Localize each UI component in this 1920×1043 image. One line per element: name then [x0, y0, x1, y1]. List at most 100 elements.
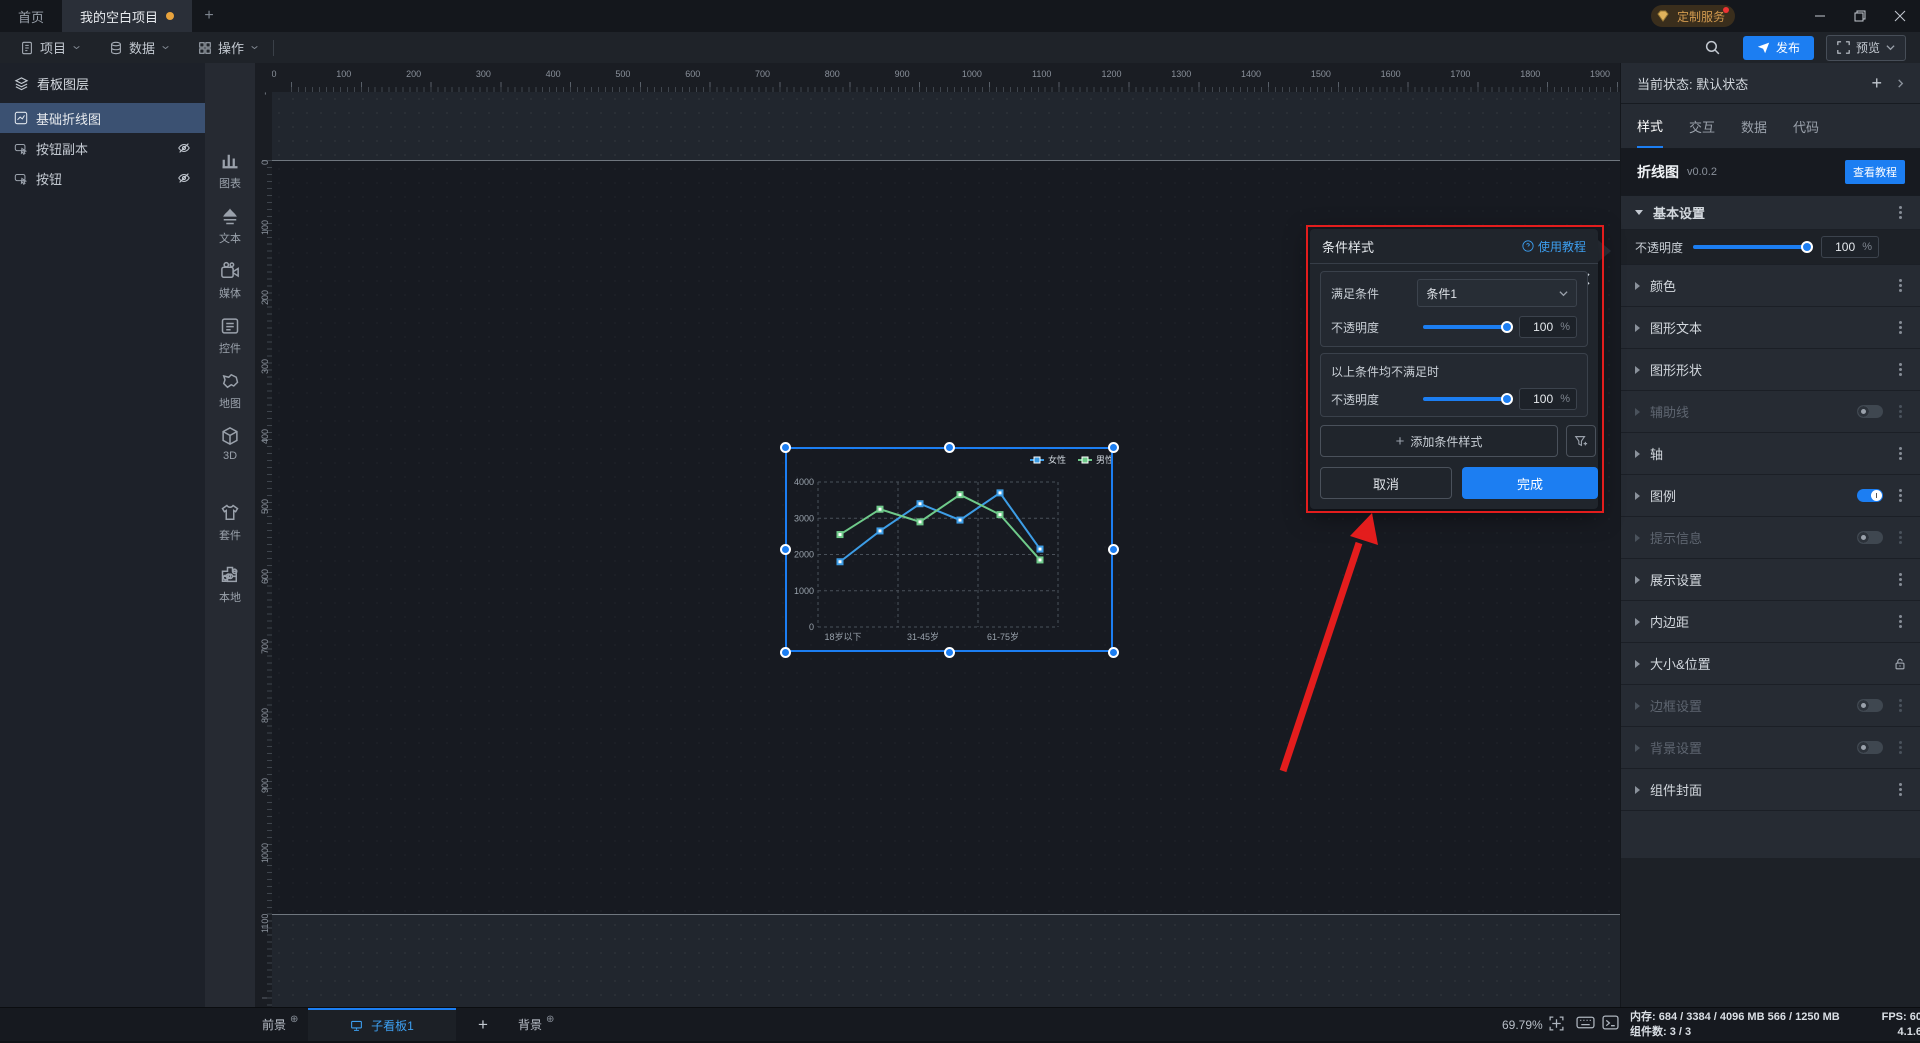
resize-handle[interactable] — [779, 441, 791, 453]
slider-knob[interactable] — [1501, 393, 1513, 405]
fps-label: FPS: — [1881, 1011, 1907, 1023]
opacity-input[interactable]: 100 % — [1519, 316, 1577, 338]
confirm-button[interactable]: 完成 — [1462, 467, 1598, 499]
tutorial-link[interactable]: 使用教程 — [1522, 238, 1586, 255]
section-图形形状[interactable]: 图形形状 — [1621, 349, 1920, 391]
dock-item-媒体[interactable]: 媒体 — [205, 261, 255, 301]
fallback-opacity-input[interactable]: 100 % — [1519, 388, 1577, 410]
console-button[interactable] — [1602, 1015, 1619, 1030]
eye-off-icon[interactable] — [177, 171, 191, 185]
resize-handle[interactable] — [943, 646, 955, 658]
selected-line-chart-component[interactable]: 0 1000 2000 3000 4000 18岁以下 31-45岁 61-75岁 女性 男性 — [785, 447, 1113, 652]
close-button[interactable] — [1880, 0, 1920, 32]
inspector-tab-样式[interactable]: 样式 — [1637, 104, 1664, 148]
new-tab-button[interactable]: + — [192, 0, 226, 32]
dock-item-文本[interactable]: 文本 — [205, 206, 255, 246]
opacity-slider[interactable] — [1423, 321, 1513, 333]
section-大小&位置[interactable]: 大小&位置 — [1621, 643, 1920, 685]
minimize-button[interactable] — [1800, 0, 1840, 32]
menu-project[interactable]: 项目 — [6, 32, 95, 63]
layer-item[interactable]: 按钮副本 — [0, 133, 205, 163]
resize-handle[interactable] — [1107, 646, 1119, 658]
section-menu-button[interactable] — [1893, 489, 1907, 502]
resize-handle[interactable] — [779, 646, 791, 658]
section-menu-button[interactable] — [1893, 363, 1907, 376]
project-tab[interactable]: 首页 — [0, 0, 62, 32]
section-menu-button[interactable] — [1893, 206, 1907, 219]
chevron-right-icon[interactable] — [1896, 78, 1905, 88]
resize-handle[interactable] — [943, 441, 955, 453]
section-toggle[interactable] — [1857, 741, 1883, 754]
section-toggle[interactable] — [1857, 405, 1883, 418]
background-button[interactable]: 背景 ⊕ — [518, 1008, 554, 1041]
slider-knob[interactable] — [1801, 241, 1814, 253]
section-toggle[interactable] — [1857, 699, 1883, 712]
dock-item-地图[interactable]: 地图 — [205, 371, 255, 411]
section-menu-button[interactable] — [1893, 573, 1907, 586]
dock-item-图表[interactable]: 图表 — [205, 151, 255, 191]
restore-button[interactable] — [1840, 0, 1880, 32]
shortcut-keys-button[interactable] — [1576, 1015, 1595, 1030]
foreground-button[interactable]: 前景 ⊕ — [262, 1008, 298, 1041]
resize-handle[interactable] — [1107, 441, 1119, 453]
dock-item-套件[interactable]: 套件 — [205, 503, 255, 543]
section-toggle[interactable] — [1857, 489, 1883, 502]
section-基本设置[interactable]: 基本设置 — [1621, 196, 1920, 230]
view-tutorial-button[interactable]: 查看教程 — [1845, 160, 1905, 184]
search-button[interactable] — [1699, 38, 1727, 58]
section-menu-button[interactable] — [1893, 741, 1907, 754]
fallback-opacity-slider[interactable] — [1423, 393, 1513, 405]
custom-service-badge[interactable]: 定制服务 — [1650, 5, 1735, 27]
dock-item-本地[interactable]: 本地 — [205, 565, 255, 605]
slider-knob[interactable] — [1501, 321, 1513, 333]
section-menu-button[interactable] — [1893, 699, 1907, 712]
add-board-button[interactable]: + — [478, 1008, 488, 1041]
condition-select[interactable]: 条件1 — [1417, 279, 1577, 307]
section-图例[interactable]: 图例 — [1621, 475, 1920, 517]
section-menu-button[interactable] — [1893, 615, 1907, 628]
section-轴[interactable]: 轴 — [1621, 433, 1920, 475]
layer-item[interactable]: 基础折线图 — [0, 103, 205, 133]
section-颜色[interactable]: 颜色 — [1621, 265, 1920, 307]
section-menu-button[interactable] — [1893, 783, 1907, 796]
section-menu-button[interactable] — [1893, 405, 1907, 418]
publish-button[interactable]: 发布 — [1742, 35, 1814, 60]
lock-icon[interactable] — [1893, 657, 1907, 671]
section-toggle[interactable] — [1857, 531, 1883, 544]
inspector-tab-数据[interactable]: 数据 — [1741, 104, 1767, 148]
project-tab[interactable]: 我的空白项目 — [62, 0, 193, 32]
inspector-tab-代码[interactable]: 代码 — [1793, 104, 1819, 148]
section-menu-button[interactable] — [1893, 447, 1907, 460]
dock-item-控件[interactable]: 控件 — [205, 316, 255, 356]
section-展示设置[interactable]: 展示设置 — [1621, 559, 1920, 601]
inspector-tab-交互[interactable]: 交互 — [1689, 104, 1715, 148]
zoom-level[interactable]: 69.79% — [1502, 1008, 1543, 1041]
section-提示信息[interactable]: 提示信息 — [1621, 517, 1920, 559]
section-背景设置[interactable]: 背景设置 — [1621, 727, 1920, 769]
toolbar-divider — [273, 39, 275, 56]
section-menu-button[interactable] — [1893, 531, 1907, 544]
sub-board-tab[interactable]: 子看板1 — [308, 1008, 456, 1041]
opacity-slider[interactable] — [1693, 241, 1814, 253]
add-condition-style-button[interactable]: + 添加条件样式 — [1320, 425, 1558, 457]
resize-handle[interactable] — [779, 544, 791, 555]
filter-add-button[interactable] — [1566, 425, 1596, 457]
preview-button[interactable]: 预览 — [1825, 34, 1906, 61]
section-menu-button[interactable] — [1893, 321, 1907, 334]
section-组件封面[interactable]: 组件封面 — [1621, 769, 1920, 811]
section-图形文本[interactable]: 图形文本 — [1621, 307, 1920, 349]
dock-item-3D[interactable]: 3D — [205, 426, 255, 462]
resize-handle[interactable] — [1107, 544, 1119, 555]
section-menu-button[interactable] — [1893, 279, 1907, 292]
eye-off-icon[interactable] — [177, 141, 191, 155]
menu-actions[interactable]: 操作 — [184, 32, 273, 63]
layer-item[interactable]: 按钮 — [0, 163, 205, 193]
add-state-button[interactable]: + — [1871, 73, 1882, 94]
section-边框设置[interactable]: 边框设置 — [1621, 685, 1920, 727]
opacity-input[interactable]: 100% — [1821, 236, 1880, 258]
menu-data[interactable]: 数据 — [95, 32, 184, 63]
cancel-button[interactable]: 取消 — [1320, 467, 1452, 499]
fit-screen-button[interactable] — [1548, 1015, 1565, 1032]
section-内边距[interactable]: 内边距 — [1621, 601, 1920, 643]
section-辅助线[interactable]: 辅助线 — [1621, 391, 1920, 433]
